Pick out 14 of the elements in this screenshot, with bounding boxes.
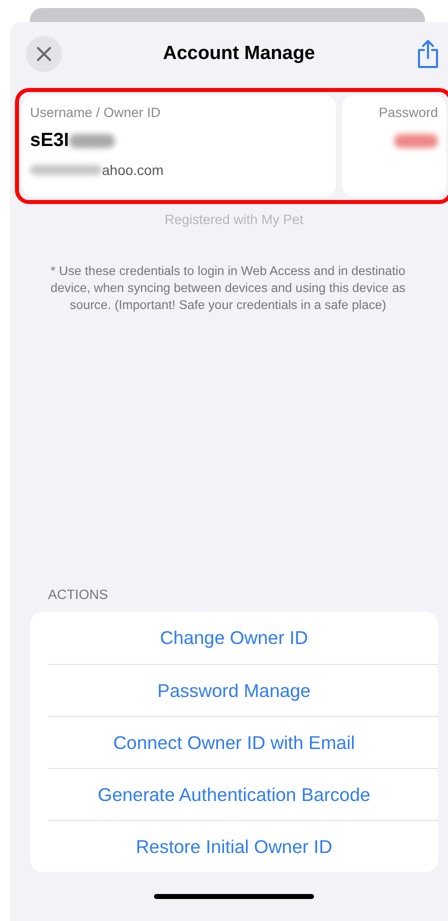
password-label: Password (378, 105, 438, 120)
close-button[interactable] (26, 36, 62, 72)
share-icon[interactable] (416, 39, 440, 69)
email-value: ahoo.com (102, 162, 164, 178)
username-value: sE3I (30, 130, 70, 152)
section-header: ACTIONS (48, 587, 110, 602)
registered-note: Registered with My Pet (164, 212, 304, 227)
screen-title: Account Manage (162, 43, 316, 65)
username-label: Username / Owner ID (30, 105, 162, 120)
redacted-mark (69, 134, 116, 148)
redacted-mark (394, 134, 438, 148)
redacted-mark (30, 165, 102, 175)
close-icon (36, 46, 52, 62)
info-note: * Use these credentials to login in Web Access and in destinatio device, when syncing between devices and using this device as source. (Important! Safe your credentials in a safe place) (50, 263, 406, 314)
